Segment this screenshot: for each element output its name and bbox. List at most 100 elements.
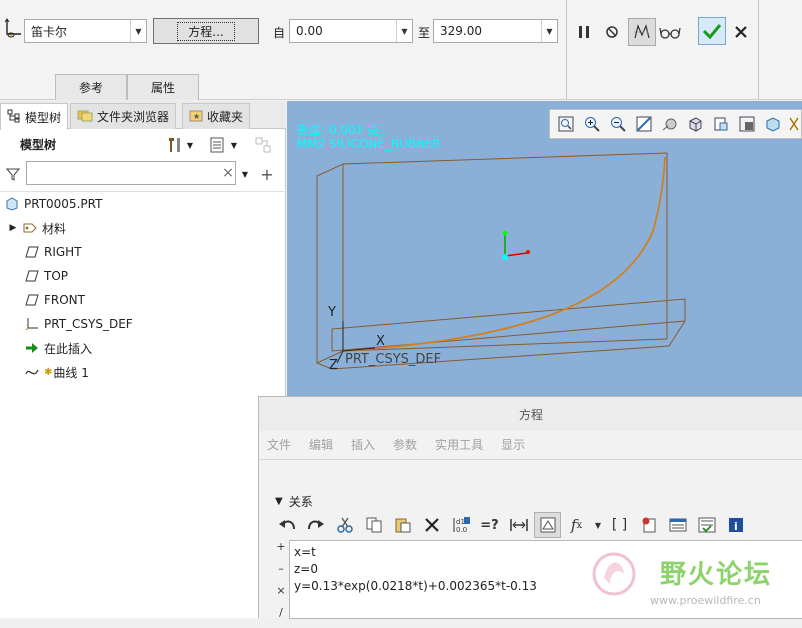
- coord-type-value: 笛卡尔: [31, 24, 68, 39]
- menu-insert[interactable]: 插入: [351, 433, 375, 457]
- saved-views-icon[interactable]: [709, 113, 733, 135]
- chevron-down-icon[interactable]: ▼: [238, 163, 252, 185]
- undo-icon[interactable]: [273, 512, 300, 538]
- chevron-down-icon[interactable]: ▼: [184, 134, 196, 156]
- view-manager-icon[interactable]: [735, 113, 759, 135]
- tree-item-label: PRT_CSYS_DEF: [44, 317, 133, 331]
- equation-button[interactable]: 方程...: [153, 18, 259, 44]
- relations-editor[interactable]: x=t z=0 y=0.13*exp(0.0218*t)+0.002365*t-…: [289, 540, 802, 619]
- axis-z-label: Z: [329, 358, 338, 373]
- relations-section-header[interactable]: ▼ 关系: [275, 493, 313, 510]
- tab-properties[interactable]: 属性: [127, 74, 199, 100]
- to-value-input[interactable]: 329.00 ▼: [433, 19, 558, 43]
- plus-operator[interactable]: +: [273, 540, 289, 562]
- tree-filter-disabled-icon: [252, 134, 274, 156]
- divide-operator[interactable]: /: [273, 606, 289, 628]
- tab-model-tree[interactable]: 模型树: [0, 103, 69, 130]
- info-icon[interactable]: i: [722, 512, 749, 538]
- verify-glasses-icon[interactable]: [659, 21, 681, 43]
- tab-references[interactable]: 参考: [55, 74, 127, 100]
- redo-icon[interactable]: [302, 512, 329, 538]
- filter-icon[interactable]: [2, 163, 24, 185]
- multiply-operator[interactable]: ×: [273, 584, 289, 606]
- menu-display[interactable]: 显示: [501, 433, 525, 457]
- equation-dialog: 方程 文件 编辑 插入 参数 实用工具 显示 ▼ 关系 d1 0.0 =? fx …: [258, 396, 802, 619]
- paste-icon[interactable]: [389, 512, 416, 538]
- cancel-close-icon[interactable]: [730, 21, 752, 43]
- refit-icon[interactable]: [554, 113, 578, 135]
- navigator-panel: 模型树 文件夹浏览器 ★ 收藏夹 模型树 ▼ ▼ × ▼ + PRT0005.P…: [0, 101, 286, 618]
- repaint-icon[interactable]: [632, 113, 656, 135]
- tab-favorites[interactable]: ★ 收藏夹: [182, 103, 251, 129]
- cut-icon[interactable]: [331, 512, 358, 538]
- ok-check-icon[interactable]: [698, 17, 726, 45]
- tree-item-insert-here[interactable]: 在此插入: [24, 337, 92, 359]
- relation-line: z=0: [294, 562, 318, 576]
- menu-parameters[interactable]: 参数: [393, 433, 417, 457]
- datum-plane-icon: [24, 268, 40, 284]
- coord-type-select[interactable]: 笛卡尔 ▼: [24, 19, 147, 43]
- tab-model-tree-label: 模型树: [25, 110, 62, 125]
- spin-center-icon[interactable]: [658, 113, 682, 135]
- tree-item-part[interactable]: PRT0005.PRT: [4, 193, 102, 215]
- perspective-icon[interactable]: [761, 113, 785, 135]
- from-value-input[interactable]: 0.00 ▼: [289, 19, 413, 43]
- menu-edit[interactable]: 编辑: [309, 433, 333, 457]
- dialog-menubar: 文件 编辑 插入 参数 实用工具 显示: [259, 433, 802, 457]
- verify-relations-icon[interactable]: [635, 512, 662, 538]
- navigator-tabs: 模型树 文件夹浏览器 ★ 收藏夹: [0, 101, 286, 130]
- sort-relations-icon[interactable]: d1 0.0: [447, 512, 474, 538]
- zoom-out-icon[interactable]: [606, 113, 630, 135]
- svg-text:0.0: 0.0: [456, 526, 467, 534]
- tree-item-front-plane[interactable]: FRONT: [24, 289, 85, 311]
- function-icon[interactable]: fx: [563, 512, 590, 538]
- sort-table-icon[interactable]: [664, 512, 691, 538]
- zoom-in-icon[interactable]: [580, 113, 604, 135]
- tree-item-label: 在此插入: [44, 341, 93, 356]
- expand-arrow-icon[interactable]: ▶: [8, 220, 18, 236]
- svg-text:d1: d1: [456, 518, 465, 526]
- tree-item-right-plane[interactable]: RIGHT: [24, 241, 82, 263]
- tree-item-top-plane[interactable]: TOP: [24, 265, 68, 287]
- feature-preview-icon[interactable]: [628, 18, 656, 46]
- show-list-icon[interactable]: [206, 134, 228, 156]
- dialog-title: 方程: [259, 397, 802, 431]
- tree-item-material[interactable]: ▶ 材料: [8, 217, 66, 239]
- delete-icon[interactable]: [418, 512, 445, 538]
- view-toolbar: [549, 109, 802, 139]
- insert-here-icon: [24, 340, 40, 356]
- add-icon[interactable]: +: [256, 163, 278, 185]
- tree-search-input[interactable]: ×: [26, 161, 236, 185]
- show-dimension-icon[interactable]: [534, 512, 561, 538]
- tree-item-curve[interactable]: ✱ 曲线 1: [24, 361, 89, 383]
- graphics-viewport[interactable]: 密度: 0.001 克 MM2 SILICONE_RUBBER Y X Z PR…: [287, 101, 802, 396]
- tree-item-label: TOP: [44, 269, 69, 283]
- equation-button-label: 方程...: [177, 21, 235, 41]
- evaluate-icon[interactable]: =?: [476, 512, 503, 538]
- datum-plane-icon: [24, 244, 40, 260]
- brackets-icon[interactable]: [ ]: [606, 512, 633, 538]
- tab-folder-browser[interactable]: 文件夹浏览器: [70, 103, 177, 129]
- copy-icon[interactable]: [360, 512, 387, 538]
- menu-utilities[interactable]: 实用工具: [435, 433, 483, 457]
- clear-search-icon[interactable]: ×: [217, 162, 239, 184]
- relations-toolbar: d1 0.0 =? fx ▼ [ ] i: [273, 511, 749, 539]
- tab-favorites-label: 收藏夹: [207, 110, 244, 124]
- no-preview-icon[interactable]: [601, 21, 623, 43]
- material-info: MM2 SILICONE_RUBBER: [297, 137, 441, 151]
- chevron-down-icon[interactable]: ▼: [228, 134, 240, 156]
- datum-display-icon[interactable]: [787, 113, 801, 135]
- display-style-icon[interactable]: [683, 113, 707, 135]
- from-value: 0.00: [296, 24, 323, 38]
- verify-list-icon[interactable]: [693, 512, 720, 538]
- tree-item-csys[interactable]: PRT_CSYS_DEF: [24, 313, 133, 335]
- chevron-down-icon[interactable]: ▼: [592, 512, 604, 538]
- pause-icon[interactable]: [573, 21, 595, 43]
- tree-item-label: FRONT: [44, 293, 85, 307]
- axis-x-label: X: [376, 334, 385, 349]
- insert-dimension-icon[interactable]: [505, 512, 532, 538]
- menu-file[interactable]: 文件: [267, 433, 291, 457]
- tree-settings-icon[interactable]: [164, 134, 186, 156]
- minus-operator[interactable]: –: [273, 562, 289, 584]
- csys-label: PRT_CSYS_DEF: [345, 352, 442, 367]
